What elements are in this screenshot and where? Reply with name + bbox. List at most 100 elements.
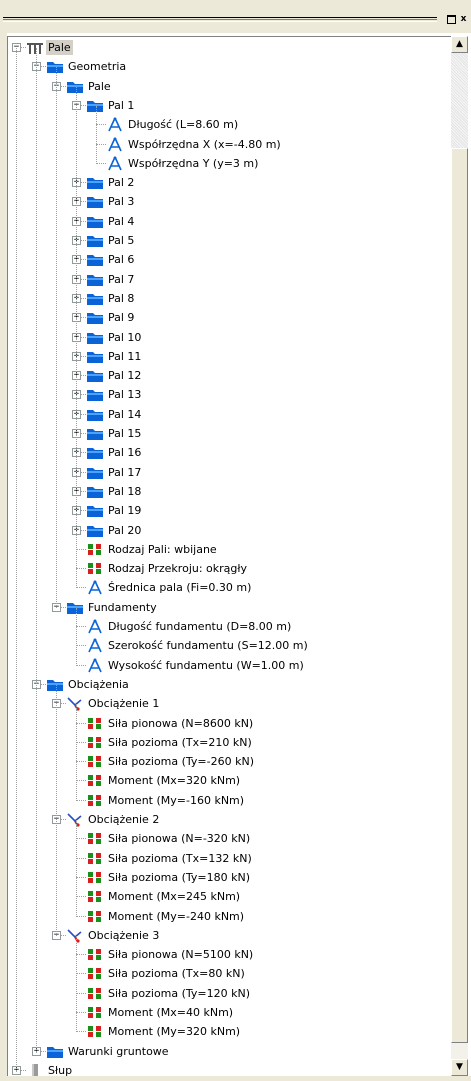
tree-node-warunki-gruntowe[interactable]: + Warunki gruntowe: [8, 1043, 448, 1060]
folder-icon: [86, 445, 104, 460]
tree-node-pal-20[interactable]: + Pal 20: [8, 522, 448, 539]
tree-node-pal-6[interactable]: + Pal 6: [8, 251, 448, 268]
folder-icon: [86, 175, 104, 190]
property-icon: [86, 542, 104, 557]
tree-node-dlugosc-l-8-60-m[interactable]: Długość (L=8.60 m): [8, 116, 448, 133]
tree-node-pal-13[interactable]: + Pal 13: [8, 386, 448, 403]
tree-node-rodzaj-pali-wbijane[interactable]: Rodzaj Pali: wbijane: [8, 541, 448, 558]
tree-node-obciazenie-3[interactable]: − Obciążenie 3: [8, 927, 448, 944]
tree-node-sila-pozioma-tx-210-kn[interactable]: Siła pozioma (Tx=210 kN): [8, 734, 448, 751]
tree-node-sila-pozioma-tx-80-kn[interactable]: Siła pozioma (Tx=80 kN): [8, 965, 448, 982]
tree-node-pal-7[interactable]: + Pal 7: [8, 271, 448, 288]
tree-node-pal-5[interactable]: + Pal 5: [8, 232, 448, 249]
tree-node-pal-9[interactable]: + Pal 9: [8, 309, 448, 326]
tree-node-sila-pionowa-n-320-kn[interactable]: Siła pionowa (N=-320 kN): [8, 830, 448, 847]
tree-node-pal-10[interactable]: + Pal 10: [8, 329, 448, 346]
tree-node-label: Współrzędna X (x=-4.80 m): [128, 137, 281, 151]
scroll-track[interactable]: [451, 53, 468, 148]
tree-node-moment-my-240-knm[interactable]: Moment (My=-240 kNm): [8, 908, 448, 925]
tree-node-srednica-pala-fi-0-30-m[interactable]: Średnica pala (Fi=0.30 m): [8, 579, 448, 596]
tree-node-moment-mx-40-knm[interactable]: Moment (Mx=40 kNm): [8, 1004, 448, 1021]
property-icon: [86, 947, 104, 962]
tree-connector: [76, 607, 77, 666]
tree-node-pale[interactable]: − Pale: [8, 39, 448, 56]
tree-node-pal-4[interactable]: + Pal 4: [8, 213, 448, 230]
project-tree[interactable]: − Pale − Geometria − Pale − Pal 1 Długość (L=8.6…: [7, 36, 452, 1077]
tree-node-sila-pozioma-ty-260-kn[interactable]: Siła pozioma (Ty=-260 kN): [8, 753, 448, 770]
tree-node-moment-my-160-knm[interactable]: Moment (My=-160 kNm): [8, 792, 448, 809]
tree-node-moment-mx-245-knm[interactable]: Moment (Mx=245 kNm): [8, 888, 448, 905]
tree-node-pal-12[interactable]: + Pal 12: [8, 367, 448, 384]
property-icon: [86, 561, 104, 576]
restore-button[interactable]: [446, 14, 457, 25]
tree-node-moment-mx-320-knm[interactable]: Moment (Mx=320 kNm): [8, 772, 448, 789]
tree-node-pale[interactable]: − Pale: [8, 78, 448, 95]
tree-node-label: Pal 13: [108, 388, 142, 402]
tree-node-label: Pal 11: [108, 349, 142, 363]
folder-icon: [86, 426, 104, 441]
tree-node-label: Współrzędna Y (y=3 m): [128, 156, 259, 170]
tree-connector: [96, 105, 97, 164]
tree-node-pal-17[interactable]: + Pal 17: [8, 464, 448, 481]
tree-node-label: Warunki gruntowe: [68, 1044, 169, 1058]
property-icon: [86, 889, 104, 904]
tree-node-slup[interactable]: + Słup: [8, 1062, 448, 1077]
tree-node-pal-15[interactable]: + Pal 15: [8, 425, 448, 442]
tree-connector: [56, 684, 57, 936]
tree-node-label: Obciążenie 3: [88, 928, 160, 942]
scroll-down-button[interactable]: ▼: [451, 1059, 468, 1076]
folder-icon: [86, 484, 104, 499]
tree-node-wspolrzedna-y-y-3-m[interactable]: Współrzędna Y (y=3 m): [8, 155, 448, 172]
scroll-thumb[interactable]: [451, 148, 468, 1043]
tree-node-label: Pal 17: [108, 465, 142, 479]
tree-node-sila-pionowa-n-5100-kn[interactable]: Siła pionowa (N=5100 kN): [8, 946, 448, 963]
load-icon: [66, 812, 84, 827]
restore-icon: [447, 15, 456, 24]
property-icon: [86, 754, 104, 769]
tree-node-rodzaj-przekroju-okragly[interactable]: Rodzaj Przekroju: okrągły: [8, 560, 448, 577]
column-icon: [26, 1063, 44, 1077]
tree-connector: [76, 530, 77, 589]
tree-node-sila-pozioma-tx-132-kn[interactable]: Siła pozioma (Tx=132 kN): [8, 850, 448, 867]
tree-node-geometria[interactable]: − Geometria: [8, 58, 448, 75]
tree-node-pal-14[interactable]: + Pal 14: [8, 406, 448, 423]
tree-node-obciazenie-1[interactable]: − Obciążenie 1: [8, 695, 448, 712]
tree-node-pal-3[interactable]: + Pal 3: [8, 193, 448, 210]
scroll-up-button[interactable]: ▲: [451, 36, 468, 53]
tree-node-pal-19[interactable]: + Pal 19: [8, 502, 448, 519]
tree-node-pal-11[interactable]: + Pal 11: [8, 348, 448, 365]
tree-node-pal-16[interactable]: + Pal 16: [8, 444, 448, 461]
tree-node-pal-1[interactable]: − Pal 1: [8, 97, 448, 114]
tree-node-moment-my-320-knm[interactable]: Moment (My=320 kNm): [8, 1023, 448, 1040]
folder-icon: [86, 233, 104, 248]
tree-node-label: Fundamenty: [88, 600, 157, 614]
tree-node-label: Pal 1: [108, 98, 135, 112]
tree-node-label: Obciążenia: [68, 677, 129, 691]
tree-node-label: Pal 9: [108, 311, 135, 325]
tree-node-label: Pal 16: [108, 446, 142, 460]
panel-titlebar[interactable]: x: [0, 0, 471, 33]
tree-node-szerokosc-fundamentu-s-12-00-m[interactable]: Szerokość fundamentu (S=12.00 m): [8, 637, 448, 654]
tree-node-pal-8[interactable]: + Pal 8: [8, 290, 448, 307]
folder-icon: [86, 407, 104, 422]
tree-connector: [76, 935, 77, 1033]
tree-node-label: Pal 14: [108, 407, 142, 421]
tree-node-label: Geometria: [68, 60, 127, 74]
tree-node-sila-pozioma-ty-120-kn[interactable]: Siła pozioma (Ty=120 kN): [8, 985, 448, 1002]
folder-icon: [86, 272, 104, 287]
close-button[interactable]: x: [458, 14, 469, 25]
vertical-scrollbar[interactable]: ▲ ▼: [451, 36, 468, 1076]
tree-node-sila-pionowa-n-8600-kn[interactable]: Siła pionowa (N=8600 kN): [8, 715, 448, 732]
tree-node-sila-pozioma-ty-180-kn[interactable]: Siła pozioma (Ty=180 kN): [8, 869, 448, 886]
tree-node-obciazenia[interactable]: − Obciążenia: [8, 676, 448, 693]
tree-node-wspolrzedna-x-x-4-80-m[interactable]: Współrzędna X (x=-4.80 m): [8, 136, 448, 153]
tree-node-pal-18[interactable]: + Pal 18: [8, 483, 448, 500]
tree-node-obciazenie-2[interactable]: − Obciążenie 2: [8, 811, 448, 828]
tree-node-dlugosc-fundamentu-d-8-00-m[interactable]: Długość fundamentu (D=8.00 m): [8, 618, 448, 635]
tree-node-label: Wysokość fundamentu (W=1.00 m): [108, 658, 304, 672]
folder-icon: [86, 465, 104, 480]
tree-node-fundamenty[interactable]: − Fundamenty: [8, 599, 448, 616]
tree-node-label: Moment (My=320 kNm): [108, 1025, 241, 1039]
tree-node-pal-2[interactable]: + Pal 2: [8, 174, 448, 191]
tree-node-wysokosc-fundamentu-w-1-00-m[interactable]: Wysokość fundamentu (W=1.00 m): [8, 657, 448, 674]
